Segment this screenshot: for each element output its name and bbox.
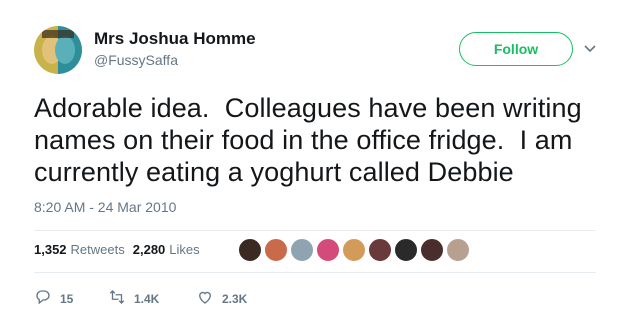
reply-button[interactable]: 15 xyxy=(34,288,108,309)
liker-avatar[interactable] xyxy=(446,238,470,262)
chevron-down-icon[interactable] xyxy=(582,40,598,56)
liker-avatar[interactable] xyxy=(342,238,366,262)
liker-avatars xyxy=(238,238,472,262)
heart-icon xyxy=(196,288,214,309)
liker-avatar[interactable] xyxy=(316,238,340,262)
liker-avatar[interactable] xyxy=(238,238,262,262)
like-button[interactable]: 2.3K xyxy=(196,288,247,309)
divider xyxy=(34,272,596,273)
engagement-stats: 1,352 Retweets 2,280 Likes xyxy=(34,242,200,257)
divider xyxy=(34,230,596,231)
liker-avatar[interactable] xyxy=(420,238,444,262)
likes-label: Likes xyxy=(169,242,200,257)
retweet-button[interactable]: 1.4K xyxy=(108,288,196,309)
liker-avatar[interactable] xyxy=(394,238,418,262)
liker-avatar[interactable] xyxy=(290,238,314,262)
reply-icon xyxy=(34,288,52,309)
retweets-stat[interactable]: 1,352 Retweets xyxy=(34,242,125,257)
retweets-count: 1,352 xyxy=(34,242,67,257)
retweet-icon xyxy=(108,288,126,309)
tweet-timestamp[interactable]: 8:20 AM - 24 Mar 2010 xyxy=(34,199,176,215)
likes-stat[interactable]: 2,280 Likes xyxy=(133,242,200,257)
liker-avatar[interactable] xyxy=(368,238,392,262)
retweets-label: Retweets xyxy=(70,242,125,257)
tweet-text: Adorable idea. Colleagues have been writ… xyxy=(34,93,582,187)
avatar[interactable] xyxy=(34,26,82,74)
likes-count: 2,280 xyxy=(132,242,166,257)
follow-button[interactable]: Follow xyxy=(459,32,573,66)
reply-count: 15 xyxy=(60,291,74,306)
liker-avatar[interactable] xyxy=(264,238,288,262)
retweet-count: 1.4K xyxy=(134,291,160,306)
like-count: 2.3K xyxy=(222,291,248,306)
author-display-name[interactable]: Mrs Joshua Homme xyxy=(94,29,256,49)
author-handle[interactable]: @FussySaffa xyxy=(94,52,178,68)
tweet-actions: 15 1.4K 2.3K xyxy=(34,288,247,309)
